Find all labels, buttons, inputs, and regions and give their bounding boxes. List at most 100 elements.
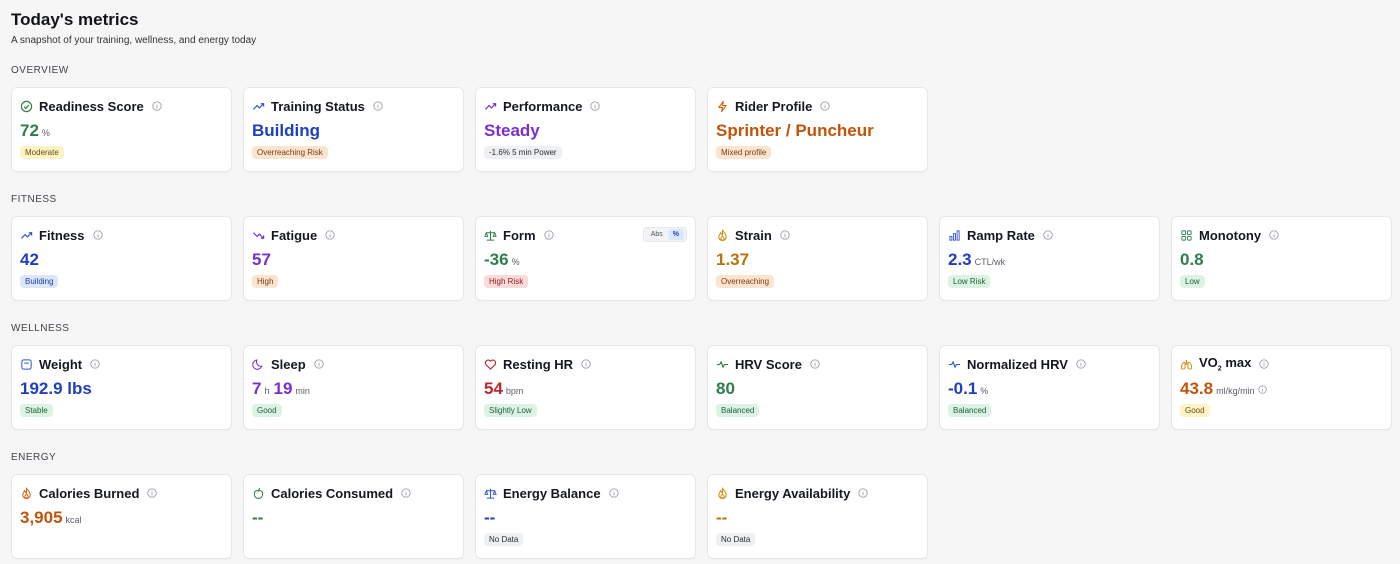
metric-unit: % — [511, 257, 520, 267]
metric-unit: % — [41, 128, 50, 138]
sleep-hours-value: 7 — [252, 379, 262, 398]
card-label: Resting HR — [503, 356, 574, 372]
grid-icon — [1180, 229, 1193, 242]
sleep-card[interactable]: Sleep 7 h 19 min Good — [243, 345, 464, 430]
metric-value: 0.8 — [1180, 250, 1204, 269]
trending-up-icon — [252, 100, 265, 113]
page-subtitle: A snapshot of your training, wellness, a… — [11, 35, 257, 46]
card-label: Form — [503, 227, 536, 243]
form-unit-toggle[interactable]: Abs % — [642, 227, 687, 242]
card-label: Monotony — [1199, 227, 1262, 243]
form-card[interactable]: Form Abs % -36 % High Risk — [475, 216, 696, 301]
calories-consumed-card[interactable]: Calories Consumed -- — [243, 474, 464, 559]
metric-unit: bpm — [505, 386, 524, 396]
scale-icon — [484, 487, 497, 500]
card-label: Weight — [39, 356, 83, 372]
card-label: Training Status — [271, 98, 365, 114]
info-icon[interactable] — [543, 230, 554, 240]
scale-weight-icon — [20, 358, 33, 371]
trending-up-icon — [484, 100, 497, 113]
toggle-percent-button[interactable]: % — [667, 229, 684, 240]
info-icon[interactable] — [810, 359, 820, 369]
performance-card[interactable]: Performance Steady -1.6% 5 min Power — [475, 87, 696, 172]
info-icon[interactable] — [590, 101, 601, 111]
card-label: HRV Score — [735, 356, 802, 372]
resting-hr-card[interactable]: Resting HR 54 bpm Slightly Low — [475, 345, 696, 430]
info-icon[interactable] — [325, 230, 335, 240]
metric-value: 192.9 lbs — [20, 379, 92, 398]
calories-burned-card[interactable]: Calories Burned 3,905 kcal — [11, 474, 232, 559]
strain-card[interactable]: Strain 1.37 Overreaching — [707, 216, 928, 301]
metric-value: 72 — [20, 121, 39, 140]
vo2max-card[interactable]: VO2 max 43.8 ml/kg/min Good — [1171, 345, 1392, 430]
info-icon[interactable] — [1076, 359, 1086, 369]
toggle-abs-button[interactable]: Abs — [646, 229, 668, 240]
hrv-score-card[interactable]: HRV Score 80 Balanced — [707, 345, 928, 430]
card-label: VO2 max — [1199, 355, 1251, 373]
info-icon[interactable] — [92, 230, 103, 240]
normalized-hrv-card[interactable]: Normalized HRV -0.1 % Balanced — [939, 345, 1160, 430]
sleep-minutes-unit: min — [295, 386, 310, 396]
info-icon[interactable] — [1259, 359, 1269, 369]
metric-unit: kcal — [65, 515, 82, 525]
section-title-fitness: FITNESS — [11, 194, 57, 205]
status-badge: Overreaching — [716, 275, 775, 288]
fatigue-card[interactable]: Fatigue 57 High — [243, 216, 464, 301]
moon-icon — [252, 358, 265, 371]
flame-icon — [716, 228, 729, 242]
section-title-wellness: WELLNESS — [11, 323, 70, 334]
metric-value: 3,905 — [20, 508, 63, 527]
info-icon[interactable] — [90, 359, 100, 369]
card-label: Fitness — [39, 227, 85, 243]
card-label: Performance — [503, 98, 583, 114]
card-label: Rider Profile — [735, 98, 813, 114]
info-icon[interactable] — [152, 101, 162, 111]
card-label: Readiness Score — [39, 98, 144, 114]
card-label: Sleep — [271, 356, 306, 372]
trending-down-icon — [252, 229, 265, 242]
flame-icon — [20, 486, 33, 500]
metric-value: Steady — [484, 121, 540, 140]
fitness-grid: Fitness 42 Building Fatigue 57 High Form — [11, 216, 1392, 301]
info-icon[interactable] — [780, 230, 790, 240]
info-icon[interactable] — [314, 359, 324, 369]
flame-icon — [716, 486, 729, 500]
energy-availability-card[interactable]: Energy Availability -- No Data — [707, 474, 928, 559]
info-icon[interactable] — [820, 101, 830, 111]
monotony-card[interactable]: Monotony 0.8 Low — [1171, 216, 1392, 301]
status-badge: Low Risk — [948, 275, 991, 288]
page-title: Today's metrics — [11, 10, 139, 29]
sleep-minutes-value: 19 — [273, 379, 293, 398]
lightning-icon — [716, 100, 729, 113]
info-icon[interactable] — [858, 488, 869, 498]
info-icon[interactable] — [401, 488, 411, 498]
metric-value: -- — [716, 508, 728, 527]
metric-value: -- — [484, 508, 496, 527]
bar-chart-icon — [948, 229, 961, 242]
status-badge: Moderate — [20, 146, 64, 159]
info-icon[interactable] — [1043, 230, 1053, 240]
info-icon[interactable] — [147, 488, 158, 498]
weight-card[interactable]: Weight 192.9 lbs Stable — [11, 345, 232, 430]
metric-value: 54 — [484, 379, 503, 398]
info-icon[interactable] — [1257, 385, 1267, 394]
info-icon[interactable] — [608, 488, 619, 498]
status-badge: -1.6% 5 min Power — [484, 146, 562, 159]
info-icon[interactable] — [373, 101, 383, 111]
vo2-label-rest: max — [1221, 355, 1252, 371]
fitness-card[interactable]: Fitness 42 Building — [11, 216, 232, 301]
ramp-rate-card[interactable]: Ramp Rate 2.3 CTL/wk Low Risk — [939, 216, 1160, 301]
energy-balance-card[interactable]: Energy Balance -- No Data — [475, 474, 696, 559]
status-badge: High — [252, 275, 279, 288]
metric-unit: % — [980, 386, 989, 396]
status-badge: Overreaching Risk — [252, 146, 328, 159]
sleep-hours-unit: h — [264, 386, 270, 396]
rider-profile-card[interactable]: Rider Profile Sprinter / Puncheur Mixed … — [707, 87, 928, 172]
metric-value: -0.1 — [948, 379, 978, 398]
status-badge: Balanced — [948, 404, 992, 417]
info-icon[interactable] — [581, 359, 591, 369]
readiness-score-card[interactable]: Readiness Score 72 % Moderate — [11, 87, 232, 172]
training-status-card[interactable]: Training Status Building Overreaching Ri… — [243, 87, 464, 172]
status-badge: No Data — [484, 533, 524, 546]
info-icon[interactable] — [1269, 230, 1279, 240]
